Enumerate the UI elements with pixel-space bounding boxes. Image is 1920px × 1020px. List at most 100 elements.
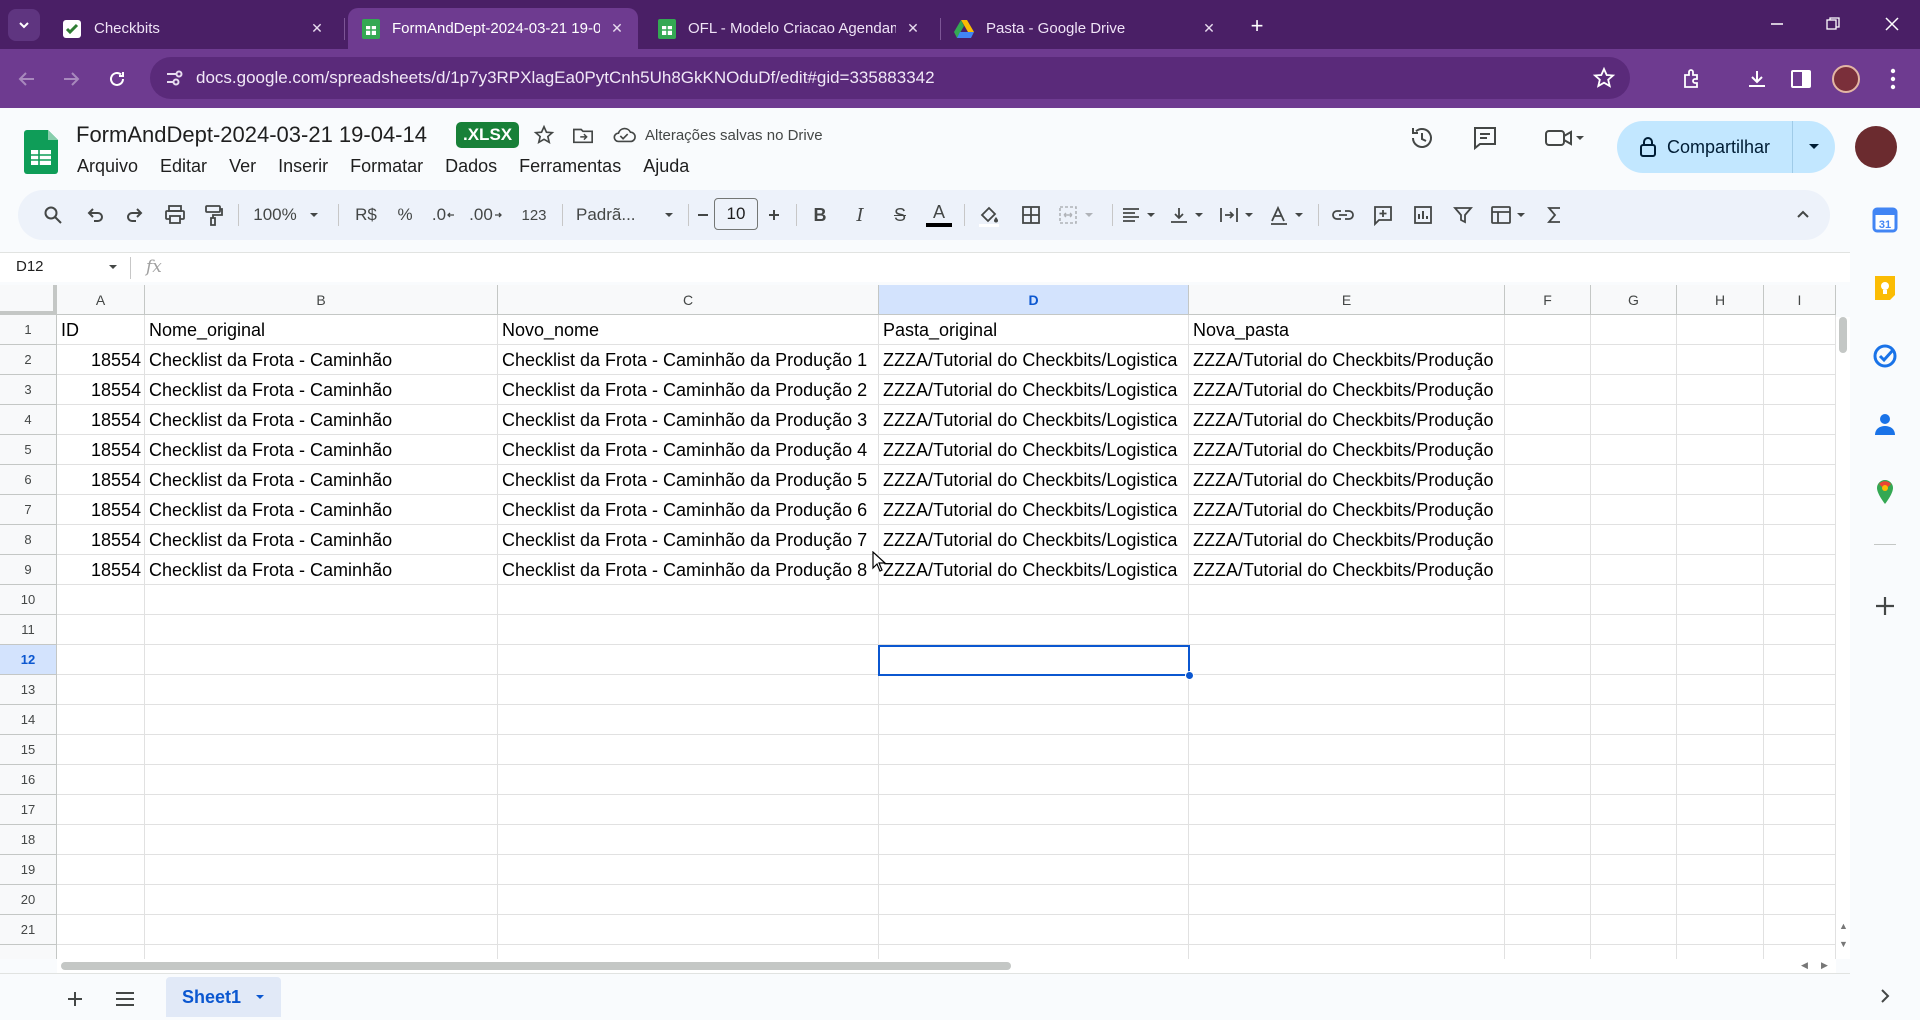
functions-button[interactable]	[1540, 200, 1570, 230]
menu-formatar[interactable]: Formatar	[339, 156, 434, 177]
select-all-corner[interactable]	[0, 285, 57, 315]
calendar-icon[interactable]: 31	[1871, 206, 1899, 234]
contacts-icon[interactable]	[1871, 410, 1899, 438]
cell-e9[interactable]: ZZZA/Tutorial do Checkbits/Produção	[1189, 555, 1505, 585]
cell-e2[interactable]: ZZZA/Tutorial do Checkbits/Produção	[1189, 345, 1505, 375]
print-button[interactable]	[160, 200, 190, 230]
fill-color-button[interactable]	[974, 200, 1004, 230]
menu-arquivo[interactable]: Arquivo	[66, 156, 149, 177]
menu-editar[interactable]: Editar	[149, 156, 218, 177]
column-header-b[interactable]: B	[145, 285, 498, 315]
tasks-icon[interactable]	[1871, 342, 1899, 370]
column-header-f[interactable]: F	[1505, 285, 1591, 315]
scroll-left-icon[interactable]: ◀	[1801, 960, 1808, 971]
row-header-6[interactable]: 6	[0, 465, 57, 495]
row-header-5[interactable]: 5	[0, 435, 57, 465]
cell-c7[interactable]: Checklist da Frota - Caminhão da Produçã…	[498, 495, 879, 525]
tab-google-drive[interactable]: Pasta - Google Drive ✕	[940, 8, 1230, 49]
move-folder-icon[interactable]	[570, 122, 596, 148]
text-wrapping-button[interactable]	[1216, 200, 1260, 230]
browser-profile-avatar[interactable]	[1832, 65, 1860, 93]
row-header-19[interactable]: 19	[0, 855, 57, 885]
zoom-select[interactable]: 100%	[244, 200, 330, 230]
maps-icon[interactable]	[1871, 478, 1899, 506]
cell-d1[interactable]: Pasta_original	[879, 315, 1189, 345]
menu-ver[interactable]: Ver	[218, 156, 267, 177]
row-header-17[interactable]: 17	[0, 795, 57, 825]
bold-button[interactable]: B	[808, 200, 832, 230]
cell-d2[interactable]: ZZZA/Tutorial do Checkbits/Logistica	[879, 345, 1189, 375]
back-button[interactable]	[12, 64, 42, 94]
minimize-button[interactable]	[1757, 10, 1797, 38]
menu-ajuda[interactable]: Ajuda	[632, 156, 700, 177]
menu-ferramentas[interactable]: Ferramentas	[508, 156, 632, 177]
row-header-2[interactable]: 2	[0, 345, 57, 375]
cell-a3[interactable]: 18554	[57, 375, 145, 405]
horizontal-scrollbar[interactable]: ◀ ▶	[57, 959, 1836, 973]
menu-dados[interactable]: Dados	[434, 156, 508, 177]
cell-c6[interactable]: Checklist da Frota - Caminhão da Produçã…	[498, 465, 879, 495]
share-button[interactable]: Compartilhar	[1617, 121, 1835, 173]
formula-input[interactable]	[180, 253, 1830, 283]
row-header-9[interactable]: 9	[0, 555, 57, 585]
horizontal-scroll-thumb[interactable]	[61, 962, 1011, 970]
row-header-20[interactable]: 20	[0, 885, 57, 915]
row-header-18[interactable]: 18	[0, 825, 57, 855]
undo-button[interactable]	[80, 200, 110, 230]
scroll-up-icon[interactable]: ▲	[1839, 921, 1848, 931]
text-color-button[interactable]: A	[924, 200, 954, 230]
column-header-d[interactable]: D	[879, 285, 1189, 315]
cell-d7[interactable]: ZZZA/Tutorial do Checkbits/Logistica	[879, 495, 1189, 525]
row-header-10[interactable]: 10	[0, 585, 57, 615]
site-info-icon[interactable]	[164, 68, 184, 88]
tab-formanddept[interactable]: FormAndDept-2024-03-21 19-04-14 ✕	[348, 8, 638, 49]
horizontal-align-button[interactable]	[1118, 200, 1162, 230]
get-addons-button[interactable]	[1871, 592, 1899, 620]
cell-d5[interactable]: ZZZA/Tutorial do Checkbits/Logistica	[879, 435, 1189, 465]
name-box[interactable]: D12	[16, 258, 44, 275]
cell-c9[interactable]: Checklist da Frota - Caminhão da Produçã…	[498, 555, 879, 585]
cell-d6[interactable]: ZZZA/Tutorial do Checkbits/Logistica	[879, 465, 1189, 495]
keep-icon[interactable]	[1871, 274, 1899, 302]
vertical-scrollbar[interactable]: ▲ ▼	[1836, 317, 1850, 959]
row-header-7[interactable]: 7	[0, 495, 57, 525]
cell-c3[interactable]: Checklist da Frota - Caminhão da Produçã…	[498, 375, 879, 405]
restore-button[interactable]	[1813, 10, 1853, 38]
tab-checkbits[interactable]: Checkbits ✕	[48, 8, 338, 49]
column-header-a[interactable]: A	[57, 285, 145, 315]
cell-c4[interactable]: Checklist da Frota - Caminhão da Produçã…	[498, 405, 879, 435]
cell-a2[interactable]: 18554	[57, 345, 145, 375]
vertical-scroll-thumb[interactable]	[1839, 317, 1847, 353]
insert-comment-button[interactable]	[1368, 200, 1398, 230]
column-header-h[interactable]: H	[1677, 285, 1764, 315]
cell-a4[interactable]: 18554	[57, 405, 145, 435]
reload-button[interactable]	[102, 64, 132, 94]
cell-d4[interactable]: ZZZA/Tutorial do Checkbits/Logistica	[879, 405, 1189, 435]
cell-b9[interactable]: Checklist da Frota - Caminhão	[145, 555, 498, 585]
row-header-8[interactable]: 8	[0, 525, 57, 555]
row-header-14[interactable]: 14	[0, 705, 57, 735]
chrome-menu-icon[interactable]	[1878, 64, 1908, 94]
cell-a6[interactable]: 18554	[57, 465, 145, 495]
cell-c1[interactable]: Novo_nome	[498, 315, 879, 345]
sheet-tab-sheet1[interactable]: Sheet1	[166, 977, 282, 1017]
download-icon[interactable]	[1742, 64, 1772, 94]
column-header-c[interactable]: C	[498, 285, 879, 315]
decrease-font-size-button[interactable]	[692, 200, 714, 230]
cell-d8[interactable]: ZZZA/Tutorial do Checkbits/Logistica	[879, 525, 1189, 555]
cell-a1[interactable]: ID	[57, 315, 145, 345]
search-menus-button[interactable]	[38, 200, 68, 230]
more-formats-button[interactable]: 123	[514, 200, 554, 230]
merge-cells-button[interactable]	[1056, 200, 1100, 230]
cell-b6[interactable]: Checklist da Frota - Caminhão	[145, 465, 498, 495]
font-select[interactable]: Padrã...	[570, 200, 682, 230]
omnibox[interactable]: docs.google.com/spreadsheets/d/1p7y3RPXl…	[150, 57, 1630, 99]
fill-handle[interactable]	[1185, 671, 1194, 680]
account-avatar[interactable]	[1855, 126, 1897, 168]
comments-button[interactable]	[1467, 120, 1503, 156]
cell-b7[interactable]: Checklist da Frota - Caminhão	[145, 495, 498, 525]
cell-a5[interactable]: 18554	[57, 435, 145, 465]
share-main[interactable]: Compartilhar	[1617, 121, 1793, 173]
insert-link-button[interactable]	[1328, 200, 1358, 230]
close-icon[interactable]: ✕	[1200, 20, 1218, 38]
